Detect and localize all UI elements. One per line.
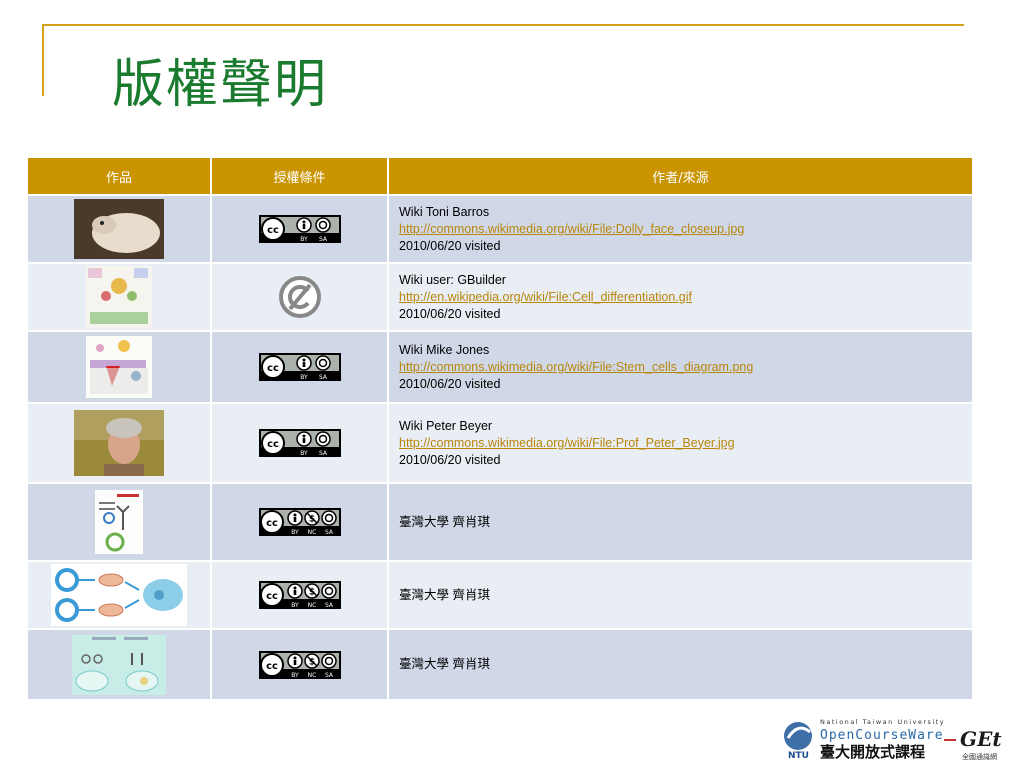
sa-label: SA bbox=[318, 450, 327, 457]
ntu-text: NTU bbox=[788, 751, 809, 761]
table-row: cc $ BY NC SA 臺灣大學 齊肖琪 bbox=[28, 628, 972, 699]
cc-by-nc-sa-icon: cc $ BY NC SA bbox=[258, 650, 341, 679]
ocw-text: OpenCourseWare bbox=[820, 728, 944, 743]
author-name: 臺灣大學 齊肖琪 bbox=[399, 587, 490, 602]
public-domain-icon bbox=[278, 276, 321, 318]
page-title: 版權聲明 bbox=[112, 55, 329, 115]
by-label: BY bbox=[300, 374, 308, 381]
nc-label: NC bbox=[307, 672, 316, 679]
cell-fusion-diagram-thumbnail bbox=[51, 564, 187, 626]
ocw-chinese-text: 臺大開放式課程 bbox=[820, 743, 925, 761]
frame-top-line bbox=[42, 24, 964, 26]
sa-label: SA bbox=[318, 374, 327, 381]
stem-cells-diagram-thumbnail bbox=[86, 336, 152, 398]
cc-label: cc bbox=[266, 591, 278, 602]
nc-label: NC bbox=[307, 602, 316, 609]
frame-left-line bbox=[42, 24, 44, 96]
table-row: cc BY SA Wiki Peter Beyer http://commons… bbox=[28, 402, 972, 483]
cc-label: cc bbox=[266, 518, 278, 529]
cloning-diagram-thumbnail bbox=[72, 634, 166, 695]
author-name: 臺灣大學 齊肖琪 bbox=[399, 657, 490, 671]
sa-label: SA bbox=[318, 236, 327, 243]
author-name: Wiki Mike Jones bbox=[399, 342, 490, 357]
by-label: BY bbox=[291, 602, 299, 609]
cc-by-nc-sa-icon: cc $ BY NC SA bbox=[258, 581, 341, 609]
visited-date: 2010/06/20 visited bbox=[399, 238, 501, 253]
source-link[interactable]: http://commons.wikimedia.org/wiki/File:S… bbox=[399, 360, 753, 374]
source-link[interactable]: http://commons.wikimedia.org/wiki/File:P… bbox=[399, 436, 735, 450]
table-row: cc $ BY NC SA 臺灣大學 齊肖琪 bbox=[28, 560, 972, 629]
cell-differentiation-thumbnail bbox=[86, 266, 152, 328]
source-link[interactable]: http://en.wikipedia.org/wiki/File:Cell_d… bbox=[399, 290, 692, 304]
ntu-opencourseware-logo: NTU National Taiwan University OpenCours… bbox=[784, 718, 1002, 761]
sa-label: SA bbox=[324, 529, 333, 536]
header-work: 作品 bbox=[28, 158, 212, 195]
visited-date: 2010/06/20 visited bbox=[399, 376, 501, 391]
plasmid-diagram-thumbnail bbox=[95, 490, 143, 554]
cc-label: cc bbox=[266, 661, 278, 672]
sa-label: SA bbox=[324, 672, 333, 679]
cc-label: cc bbox=[267, 225, 279, 236]
sheep-thumbnail bbox=[74, 199, 164, 259]
author-name: 臺灣大學 齊肖琪 bbox=[399, 514, 490, 529]
by-label: BY bbox=[300, 450, 308, 457]
visited-date: 2010/06/20 visited bbox=[399, 306, 501, 321]
by-label: BY bbox=[300, 236, 308, 243]
ntu-english-line: National Taiwan University bbox=[820, 718, 945, 726]
cc-by-sa-icon: cc BY SA bbox=[258, 353, 341, 381]
table-row: cc BY SA Wiki Toni Barros http://commons… bbox=[28, 194, 972, 263]
nc-label: NC bbox=[307, 529, 316, 536]
cc-label: cc bbox=[267, 439, 279, 450]
by-label: BY bbox=[291, 529, 299, 536]
header-license: 授權條件 bbox=[211, 158, 389, 195]
author-name: Wiki Toni Barros bbox=[399, 204, 490, 219]
peter-beyer-photo-thumbnail bbox=[74, 410, 164, 476]
table-row: cc BY SA Wiki Mike Jones http://commons.… bbox=[28, 330, 972, 403]
table-row: Wiki user: GBuilder http://en.wikipedia.… bbox=[28, 262, 972, 331]
sa-label: SA bbox=[324, 602, 333, 609]
header-author: 作者/來源 bbox=[388, 158, 972, 195]
source-link[interactable]: http://commons.wikimedia.org/wiki/File:D… bbox=[399, 222, 744, 236]
by-label: BY bbox=[291, 672, 299, 679]
cc-by-sa-icon: cc BY SA bbox=[258, 215, 341, 243]
table-row: cc $ BY NC SA 臺灣大學 齊肖琪 bbox=[28, 482, 972, 561]
copyright-table: 作品 授權條件 作者/來源 cc BY SA Wiki Toni Barros … bbox=[28, 158, 972, 699]
cc-by-sa-icon: cc BY SA bbox=[258, 429, 341, 457]
visited-date: 2010/06/20 visited bbox=[399, 452, 501, 467]
author-name: Wiki Peter Beyer bbox=[399, 418, 493, 433]
get-chinese-text: 全國通識網 bbox=[962, 752, 997, 761]
get-logo-text: GEt bbox=[960, 727, 1002, 751]
cc-label: cc bbox=[267, 363, 279, 374]
cc-by-nc-sa-icon: cc $ BY NC SA bbox=[258, 508, 341, 536]
author-name: Wiki user: GBuilder bbox=[399, 272, 506, 287]
